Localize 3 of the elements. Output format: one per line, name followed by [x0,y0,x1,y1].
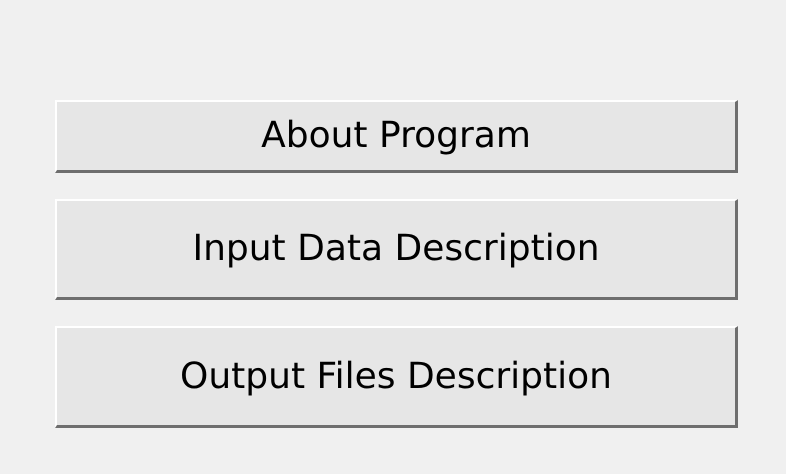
button[interactable]: Input Data Description [55,199,738,300]
button[interactable]: Output Files Description [55,326,738,428]
button[interactable]: About Program [55,100,738,173]
